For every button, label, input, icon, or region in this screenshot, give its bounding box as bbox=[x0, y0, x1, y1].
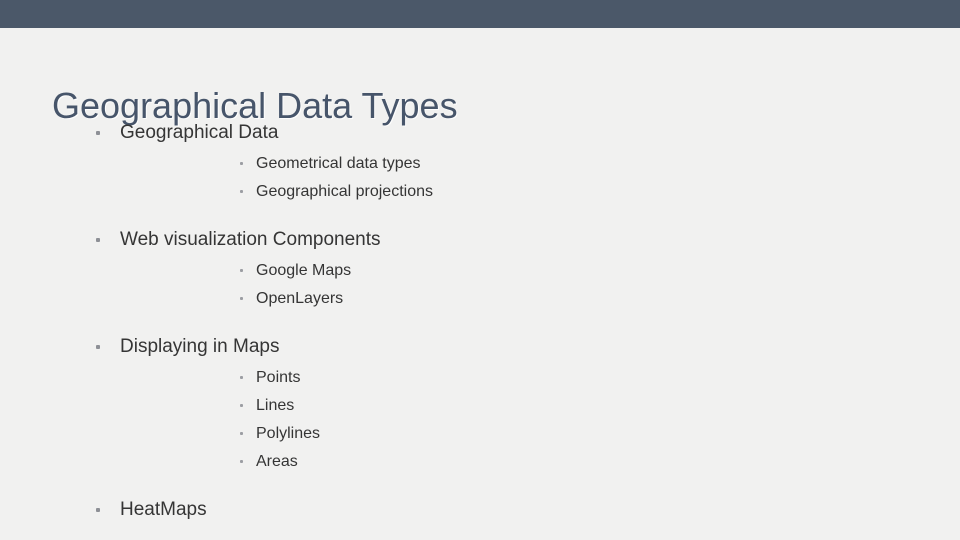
bullet-dot-icon bbox=[240, 460, 243, 463]
bullet-dot-icon bbox=[240, 432, 243, 435]
bullet-dot-icon bbox=[96, 345, 100, 349]
bullet-item-geographical-data: Geographical Data Geometrical data types… bbox=[0, 118, 960, 206]
bullet-label: Geographical Data bbox=[120, 122, 279, 143]
bullet-dot-icon bbox=[240, 269, 243, 272]
sub-bullet-label: Areas bbox=[256, 453, 298, 470]
bullet-label: Displaying in Maps bbox=[120, 336, 280, 357]
sub-bullet-item-google-maps: Google Maps bbox=[120, 257, 960, 285]
sub-bullet-item-polylines: Polylines bbox=[120, 420, 960, 448]
sub-bullet-label: OpenLayers bbox=[256, 290, 344, 307]
sub-bullet-item-areas: Areas bbox=[120, 448, 960, 476]
sub-bullet-list-displaying-in-maps: Points Lines Polylines Areas bbox=[120, 364, 960, 476]
slide-body: Geographical Data Geometrical data types… bbox=[0, 118, 960, 524]
bullet-dot-icon bbox=[96, 508, 100, 512]
sub-bullet-list-web-visualization-components: Google Maps OpenLayers bbox=[120, 257, 960, 313]
bullet-item-heatmaps: HeatMaps bbox=[0, 495, 960, 524]
bullet-label: Web visualization Components bbox=[120, 229, 381, 250]
bullet-dot-icon bbox=[240, 376, 243, 379]
bullet-dot-icon bbox=[240, 297, 243, 300]
slide-top-accent-bar bbox=[0, 0, 960, 28]
sub-bullet-item-geometrical-data-types: Geometrical data types bbox=[120, 150, 960, 178]
sub-bullet-item-openlayers: OpenLayers bbox=[120, 285, 960, 313]
bullet-dot-icon bbox=[96, 131, 100, 135]
sub-bullet-item-geographical-projections: Geographical projections bbox=[120, 178, 960, 206]
sub-bullet-label: Geographical projections bbox=[256, 183, 433, 200]
bullet-dot-icon bbox=[240, 162, 243, 165]
sub-bullet-label: Google Maps bbox=[256, 262, 352, 279]
sub-bullet-label: Geometrical data types bbox=[256, 155, 421, 172]
bullet-dot-icon bbox=[240, 190, 243, 193]
sub-bullet-item-lines: Lines bbox=[120, 392, 960, 420]
bullet-label: HeatMaps bbox=[120, 499, 207, 520]
sub-bullet-label: Polylines bbox=[256, 425, 321, 442]
bullet-item-web-visualization-components: Web visualization Components Google Maps… bbox=[0, 225, 960, 313]
sub-bullet-item-points: Points bbox=[120, 364, 960, 392]
slide: Geographical Data Types Geographical Dat… bbox=[0, 0, 960, 540]
sub-bullet-label: Points bbox=[256, 369, 301, 386]
sub-bullet-list-geographical-data: Geometrical data types Geographical proj… bbox=[120, 150, 960, 206]
sub-bullet-label: Lines bbox=[256, 397, 295, 414]
bullet-dot-icon bbox=[96, 238, 100, 242]
bullet-item-displaying-in-maps: Displaying in Maps Points Lines Polyline… bbox=[0, 332, 960, 476]
bullet-list: Geographical Data Geometrical data types… bbox=[0, 118, 960, 524]
bullet-dot-icon bbox=[240, 404, 243, 407]
